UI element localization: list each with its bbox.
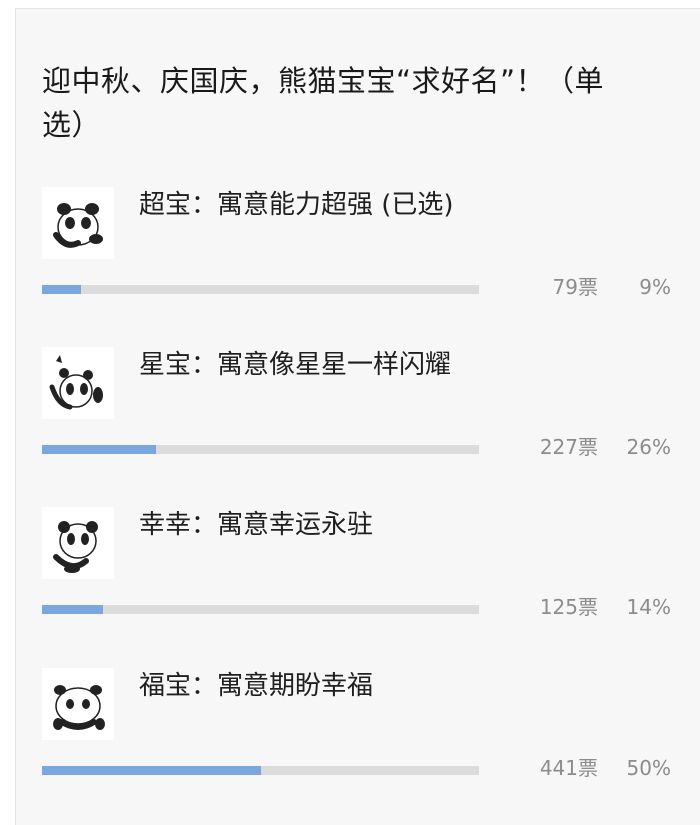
vote-count: 125票 [539, 595, 598, 619]
option-label: 福宝：寓意期盼幸福 [139, 671, 374, 701]
poll-option[interactable]: 福宝：寓意期盼幸福 441票 50% [16, 668, 700, 798]
poll-title: 迎中秋、庆国庆，熊猫宝宝“求好名”！（单选） [42, 64, 605, 142]
vote-percent: 50% [626, 756, 671, 780]
vote-bar-fill [42, 766, 261, 775]
panda-sticker-icon [42, 187, 114, 259]
vote-bar-fill [42, 445, 156, 454]
poll-card: 迎中秋、庆国庆，熊猫宝宝“求好名”！（单选） 超宝：寓意能力超强 (已选) 79… [15, 8, 700, 825]
vote-bar-track [42, 605, 479, 614]
poll-option[interactable]: 超宝：寓意能力超强 (已选) 79票 9% [16, 187, 700, 317]
poll-option[interactable]: 星宝：寓意像星星一样闪耀 227票 26% [16, 347, 700, 477]
panda-sticker-icon [42, 507, 114, 579]
vote-count: 79票 [552, 275, 598, 299]
vote-bar-track [42, 285, 479, 294]
panda-sticker-icon [42, 347, 114, 419]
vote-count: 227票 [539, 435, 598, 459]
poll-option[interactable]: 幸幸：寓意幸运永驻 125票 14% [16, 507, 700, 637]
vote-bar-fill [42, 605, 104, 614]
vote-percent: 26% [626, 435, 671, 459]
option-label: 幸幸：寓意幸运永驻 [139, 510, 374, 540]
vote-bar-track [42, 766, 479, 775]
option-label: 星宝：寓意像星星一样闪耀 [139, 350, 452, 380]
vote-bar-fill [42, 285, 82, 294]
vote-count: 441票 [539, 756, 598, 780]
vote-percent: 9% [639, 275, 671, 299]
option-label: 超宝：寓意能力超强 (已选) [139, 190, 454, 220]
panda-sticker-icon [42, 668, 114, 740]
vote-bar-track [42, 445, 479, 454]
vote-percent: 14% [626, 595, 671, 619]
